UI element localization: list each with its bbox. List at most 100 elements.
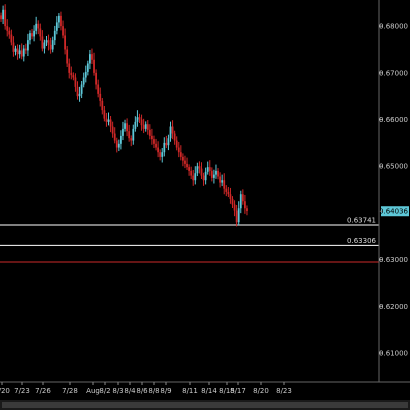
candle-body — [74, 77, 77, 87]
candle-body — [45, 40, 48, 43]
candle-body — [126, 123, 128, 132]
candle-body — [68, 63, 71, 73]
candle-body — [142, 125, 145, 129]
candle-body — [72, 75, 75, 78]
candle-body — [6, 26, 9, 31]
price-axis[interactable]: 0.68000 0.67000 0.66000 0.65000 0.64036 0.630… — [379, 23, 409, 358]
x-tick-label: 8/3 — [112, 387, 123, 395]
candle-body — [157, 147, 159, 153]
price-level-label: 0.63741 — [347, 217, 376, 225]
candle-body — [82, 77, 85, 85]
candle-body — [128, 131, 131, 139]
candle-body — [20, 50, 23, 57]
candle-body — [171, 126, 174, 134]
candle-body — [184, 160, 186, 164]
candle-body — [24, 48, 27, 51]
candle-body — [179, 152, 182, 157]
candle-body — [101, 100, 104, 111]
candle-body — [62, 26, 64, 36]
candle-body — [33, 30, 35, 37]
candle-body — [47, 40, 50, 45]
candle-body — [64, 35, 66, 50]
y-tick-label: 0.66000 — [379, 116, 408, 124]
y-tick-label: 0.65000 — [379, 163, 408, 171]
candle-body — [204, 171, 207, 181]
scrollbar-thumb[interactable] — [2, 402, 408, 408]
candle-body — [4, 9, 7, 27]
time-axis[interactable]: 7/20 7/23 7/26 7/28 Aug8/28/38/48/68/88/9 8/1… — [0, 382, 292, 395]
candle-body — [213, 174, 215, 178]
candle-body — [120, 135, 122, 144]
candle-body — [215, 170, 217, 175]
x-tick-label: 8/17 — [230, 387, 246, 395]
candle-body — [111, 126, 114, 134]
candle-body — [134, 121, 137, 129]
candle-body — [144, 124, 147, 129]
candle-body — [190, 170, 193, 176]
candle-body — [2, 9, 4, 20]
candle-body — [159, 152, 162, 157]
x-tick-label: 8/9 — [160, 387, 171, 395]
candle-body — [221, 180, 224, 183]
x-tick-label: 8/11 — [182, 387, 198, 395]
y-tick-label: 0.63000 — [379, 256, 408, 264]
candle-body — [208, 167, 211, 171]
y-tick-label: 0.61000 — [379, 349, 408, 357]
candle-body — [136, 117, 139, 122]
x-tick-label: 8/6 — [136, 387, 148, 395]
candle-body — [177, 147, 180, 153]
candle-body — [188, 167, 190, 171]
candle-body — [122, 128, 124, 136]
candle-body — [93, 59, 95, 73]
candle-body — [227, 191, 230, 195]
candle-body — [105, 118, 108, 122]
candle-body — [196, 166, 199, 174]
candle-body — [91, 54, 93, 60]
candle-body — [173, 133, 176, 141]
candle-body — [95, 72, 97, 85]
candle-body — [165, 142, 168, 146]
candle-body — [29, 33, 31, 41]
candle-body — [206, 167, 209, 172]
candle-body — [151, 135, 153, 140]
candle-body — [153, 139, 155, 144]
x-tick-label: 8/4 — [124, 387, 136, 395]
candle-body — [37, 23, 40, 29]
candle-body — [202, 175, 205, 181]
candle-body — [138, 117, 141, 120]
candle-body — [229, 194, 232, 199]
candle-body — [103, 110, 106, 119]
price-level-label: 0.63306 — [347, 237, 376, 245]
x-tick-label: 7/20 — [0, 387, 10, 395]
candle-body — [148, 129, 151, 136]
x-tick-label: 8/8 — [148, 387, 159, 395]
y-tick-label: 0.67000 — [379, 69, 408, 77]
x-tick-label: Aug — [86, 387, 100, 395]
candle-body — [161, 152, 164, 157]
candle-body — [244, 201, 246, 209]
candle-body — [233, 204, 236, 211]
candle-body — [70, 72, 73, 76]
price-chart[interactable]: 0.63741 0.63306 0.68000 0.67000 0.66000 0.65… — [0, 0, 410, 410]
candle-body — [146, 124, 149, 130]
candle-body — [14, 48, 17, 52]
horizontal-level-lines[interactable]: 0.63741 0.63306 — [0, 217, 379, 263]
candle-body — [155, 143, 157, 148]
candle-body — [200, 168, 203, 176]
candle-body — [53, 30, 56, 41]
candle-body — [66, 49, 69, 64]
x-tick-label: 8/20 — [253, 387, 269, 395]
candle-body — [167, 138, 170, 146]
candle-body — [175, 140, 178, 148]
candle-body — [86, 63, 89, 72]
candle-body — [99, 93, 102, 101]
candle-body — [41, 36, 44, 49]
candle-body — [217, 170, 219, 177]
y-tick-label: 0.64036 — [379, 208, 408, 216]
candle-body — [22, 48, 25, 57]
candlestick-series — [0, 4, 248, 227]
candle-body — [246, 208, 248, 212]
y-tick-label: 0.62000 — [379, 303, 408, 311]
x-tick-label: 7/26 — [35, 387, 51, 395]
candle-body — [18, 50, 21, 55]
